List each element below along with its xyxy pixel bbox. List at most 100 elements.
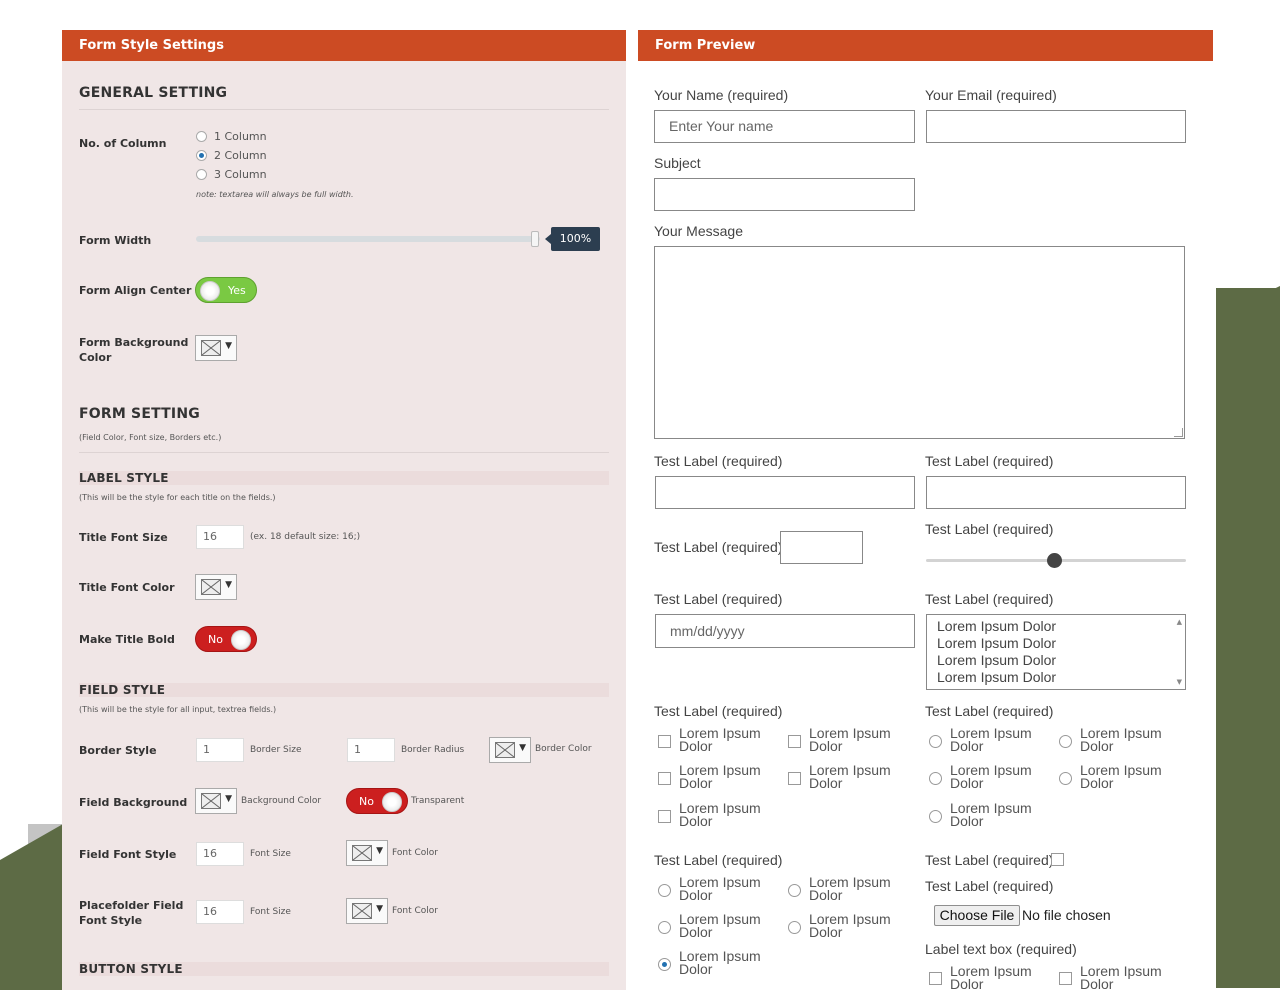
- radio-icon[interactable]: [196, 169, 207, 180]
- border-radius-input[interactable]: 1: [347, 738, 395, 762]
- checkbox[interactable]: [658, 772, 671, 785]
- subject-label: Subject: [654, 155, 701, 171]
- radio-button[interactable]: [1059, 735, 1072, 748]
- radio-button[interactable]: [1059, 772, 1072, 785]
- list-item[interactable]: Lorem Ipsum Dolor: [927, 652, 1185, 669]
- field-font-style-label: Field Font Style: [79, 848, 177, 861]
- field-background-color-picker[interactable]: ▼: [195, 788, 237, 814]
- empty-color-swatch-icon: [352, 903, 372, 919]
- radio-option: Lorem Ipsum Dolor: [1080, 762, 1162, 791]
- choose-file-button[interactable]: Choose File: [934, 905, 1020, 926]
- make-title-bold-toggle[interactable]: No: [195, 626, 257, 652]
- radio-button[interactable]: [658, 884, 671, 897]
- transparent-toggle[interactable]: No: [346, 788, 408, 814]
- radio-button[interactable]: [929, 772, 942, 785]
- placeholder-font-size-text: Font Size: [250, 907, 291, 917]
- form-align-center-toggle[interactable]: Yes: [195, 277, 257, 303]
- your-message-textarea[interactable]: [654, 246, 1185, 439]
- list-item[interactable]: Lorem Ipsum Dolor: [927, 618, 1185, 635]
- field-style-subtitle: (This will be the style for all input, t…: [79, 705, 277, 714]
- checkbox[interactable]: [1059, 972, 1072, 985]
- checkbox[interactable]: [1051, 853, 1064, 866]
- caret-down-icon: ▼: [225, 794, 232, 804]
- background-shape-left: [0, 820, 70, 990]
- multi-select-list[interactable]: Lorem Ipsum Dolor Lorem Ipsum Dolor Lore…: [926, 614, 1186, 690]
- form-width-value: 100%: [545, 227, 600, 251]
- field-font-color-picker[interactable]: ▼: [346, 840, 388, 866]
- radio-button[interactable]: [929, 735, 942, 748]
- caret-down-icon: ▼: [225, 341, 232, 351]
- border-size-input[interactable]: 1: [196, 738, 244, 762]
- column-note: note: textarea will always be full width…: [196, 190, 354, 199]
- title-font-size-input[interactable]: 16: [196, 525, 244, 549]
- range-slider-thumb[interactable]: [1047, 553, 1062, 568]
- form-style-settings-title: Form Style Settings: [62, 30, 626, 61]
- toggle-knob-icon: [231, 630, 251, 650]
- scroll-down-icon[interactable]: ▼: [1177, 678, 1182, 686]
- checkbox[interactable]: [788, 735, 801, 748]
- test-label-7: Test Label (required): [654, 703, 783, 719]
- border-size-text: Border Size: [250, 745, 302, 755]
- list-item[interactable]: Lorem Ipsum Dolor: [927, 635, 1185, 652]
- checkbox[interactable]: [929, 972, 942, 985]
- your-email-input[interactable]: [926, 110, 1186, 143]
- radio-button[interactable]: [658, 921, 671, 934]
- column-option-3[interactable]: 3 Column: [196, 168, 267, 181]
- checkbox-option: Lorem Ipsum Dolor: [679, 762, 761, 791]
- title-font-size-label: Title Font Size: [79, 531, 168, 544]
- radio-button[interactable]: [788, 921, 801, 934]
- your-name-label: Your Name (required): [654, 87, 789, 103]
- radio-button[interactable]: [929, 810, 942, 823]
- test-input-2[interactable]: [926, 476, 1186, 509]
- test-label-1: Test Label (required): [654, 453, 783, 469]
- column-option-2[interactable]: 2 Column: [196, 149, 267, 162]
- field-font-size-input[interactable]: 16: [196, 842, 244, 866]
- your-name-input[interactable]: Enter Your name: [654, 110, 915, 143]
- column-option-1[interactable]: 1 Column: [196, 130, 267, 143]
- form-style-settings-panel: Form Style Settings: [62, 30, 626, 990]
- form-width-slider[interactable]: [196, 236, 540, 242]
- subject-input[interactable]: [654, 178, 915, 211]
- resize-handle-icon[interactable]: [1174, 428, 1183, 437]
- empty-color-swatch-icon: [495, 742, 515, 758]
- your-email-label: Your Email (required): [925, 87, 1057, 103]
- date-input[interactable]: mm/dd/yyyy: [655, 614, 915, 648]
- transparent-text: Transparent: [411, 796, 465, 806]
- checkbox[interactable]: [658, 810, 671, 823]
- scroll-up-icon[interactable]: ▲: [1177, 618, 1182, 626]
- caret-down-icon: ▼: [519, 743, 526, 753]
- radio-button[interactable]: [788, 884, 801, 897]
- checkbox[interactable]: [788, 772, 801, 785]
- title-font-color-picker[interactable]: ▼: [195, 574, 237, 600]
- checkbox[interactable]: [658, 735, 671, 748]
- columns-label: No. of Column: [79, 137, 167, 150]
- border-color-picker[interactable]: ▼: [489, 737, 531, 763]
- test-input-inline[interactable]: [780, 531, 863, 564]
- field-style-heading: FIELD STYLE: [79, 683, 166, 697]
- label-text-box-label: Label text box (required): [925, 941, 1077, 957]
- radio-option: Lorem Ipsum Dolor: [679, 874, 761, 903]
- toggle-knob-icon: [382, 792, 402, 812]
- caret-down-icon: ▼: [376, 846, 383, 856]
- empty-color-swatch-icon: [201, 793, 221, 809]
- placeholder-font-size-input[interactable]: 16: [196, 900, 244, 924]
- form-preview-title: Form Preview: [638, 30, 1213, 61]
- border-color-text: Border Color: [535, 744, 592, 754]
- radio-icon[interactable]: [196, 131, 207, 142]
- placeholder-font-color-picker[interactable]: ▼: [346, 898, 388, 924]
- form-setting-subtitle: (Field Color, Font size, Borders etc.): [79, 433, 222, 442]
- radio-button-selected[interactable]: [658, 958, 671, 971]
- test-input-1[interactable]: [655, 476, 915, 509]
- list-item[interactable]: Lorem Ipsum Dolor: [927, 669, 1185, 686]
- radio-selected-icon[interactable]: [196, 150, 207, 161]
- background-shape-right: [1216, 288, 1280, 988]
- form-background-color-picker[interactable]: ▼: [195, 335, 237, 361]
- make-title-bold-label: Make Title Bold: [79, 633, 175, 646]
- field-background-label: Field Background: [79, 796, 188, 809]
- form-width-slider-handle[interactable]: [531, 231, 539, 247]
- form-background-color-label: Form Background Color: [79, 336, 189, 364]
- button-style-heading: BUTTON STYLE: [79, 962, 183, 976]
- test-label-3: Test Label (required): [654, 539, 783, 555]
- background-color-text: Background Color: [241, 796, 322, 806]
- radio-option: Lorem Ipsum Dolor: [1080, 725, 1162, 754]
